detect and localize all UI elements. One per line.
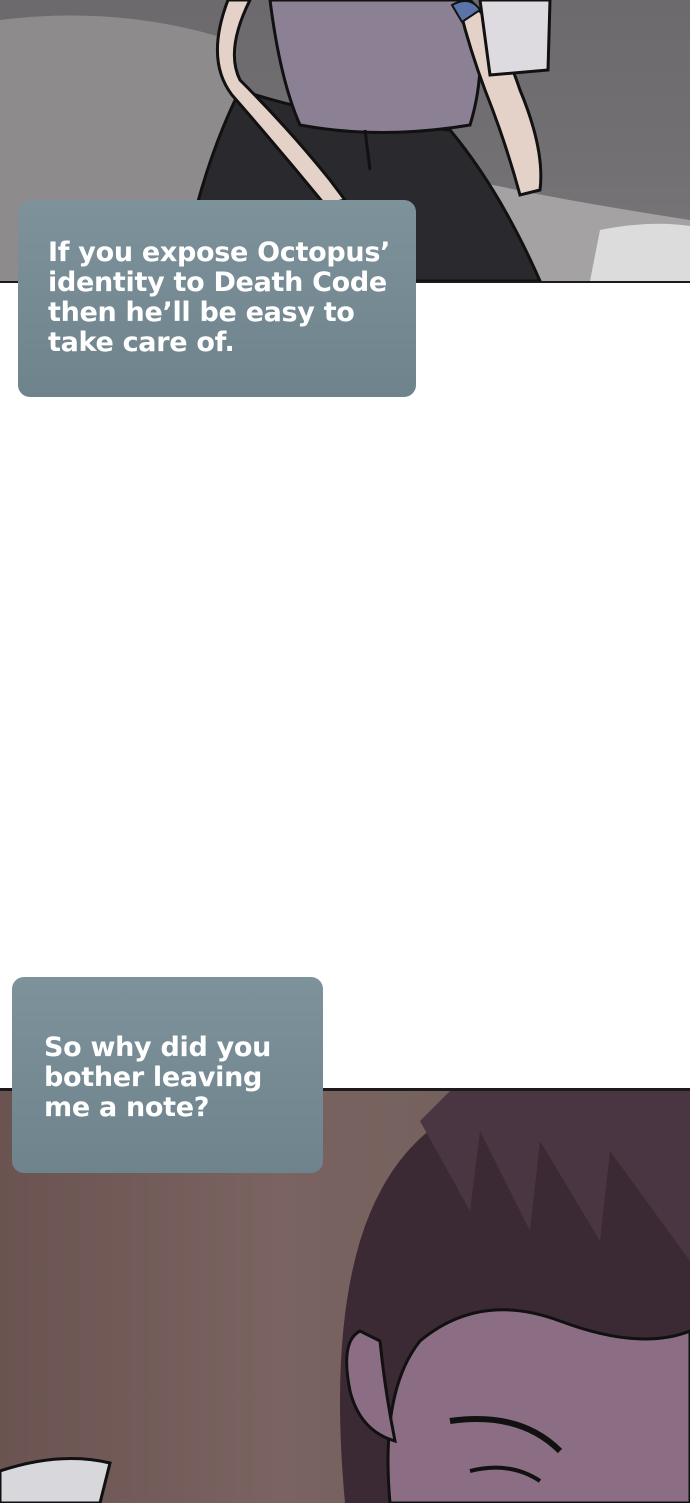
speech-bubble-2-line-3: me a note? (44, 1092, 210, 1123)
speech-bubble-2-line-1: So why did you (44, 1032, 272, 1063)
speech-bubble-1-line-3: then he’ll be easy to (48, 297, 355, 328)
speech-bubble-1-line-2: identity to Death Code (48, 267, 387, 298)
speech-bubble-1: If you expose Octopus’ identity to Death… (18, 200, 416, 397)
speech-bubble-2: So why did you bother leaving me a note? (12, 977, 323, 1173)
speech-bubble-1-line-4: take care of. (48, 327, 235, 358)
speech-bubble-2-line-2: bother leaving (44, 1062, 263, 1093)
speech-bubble-1-line-1: If you expose Octopus’ (48, 237, 391, 268)
